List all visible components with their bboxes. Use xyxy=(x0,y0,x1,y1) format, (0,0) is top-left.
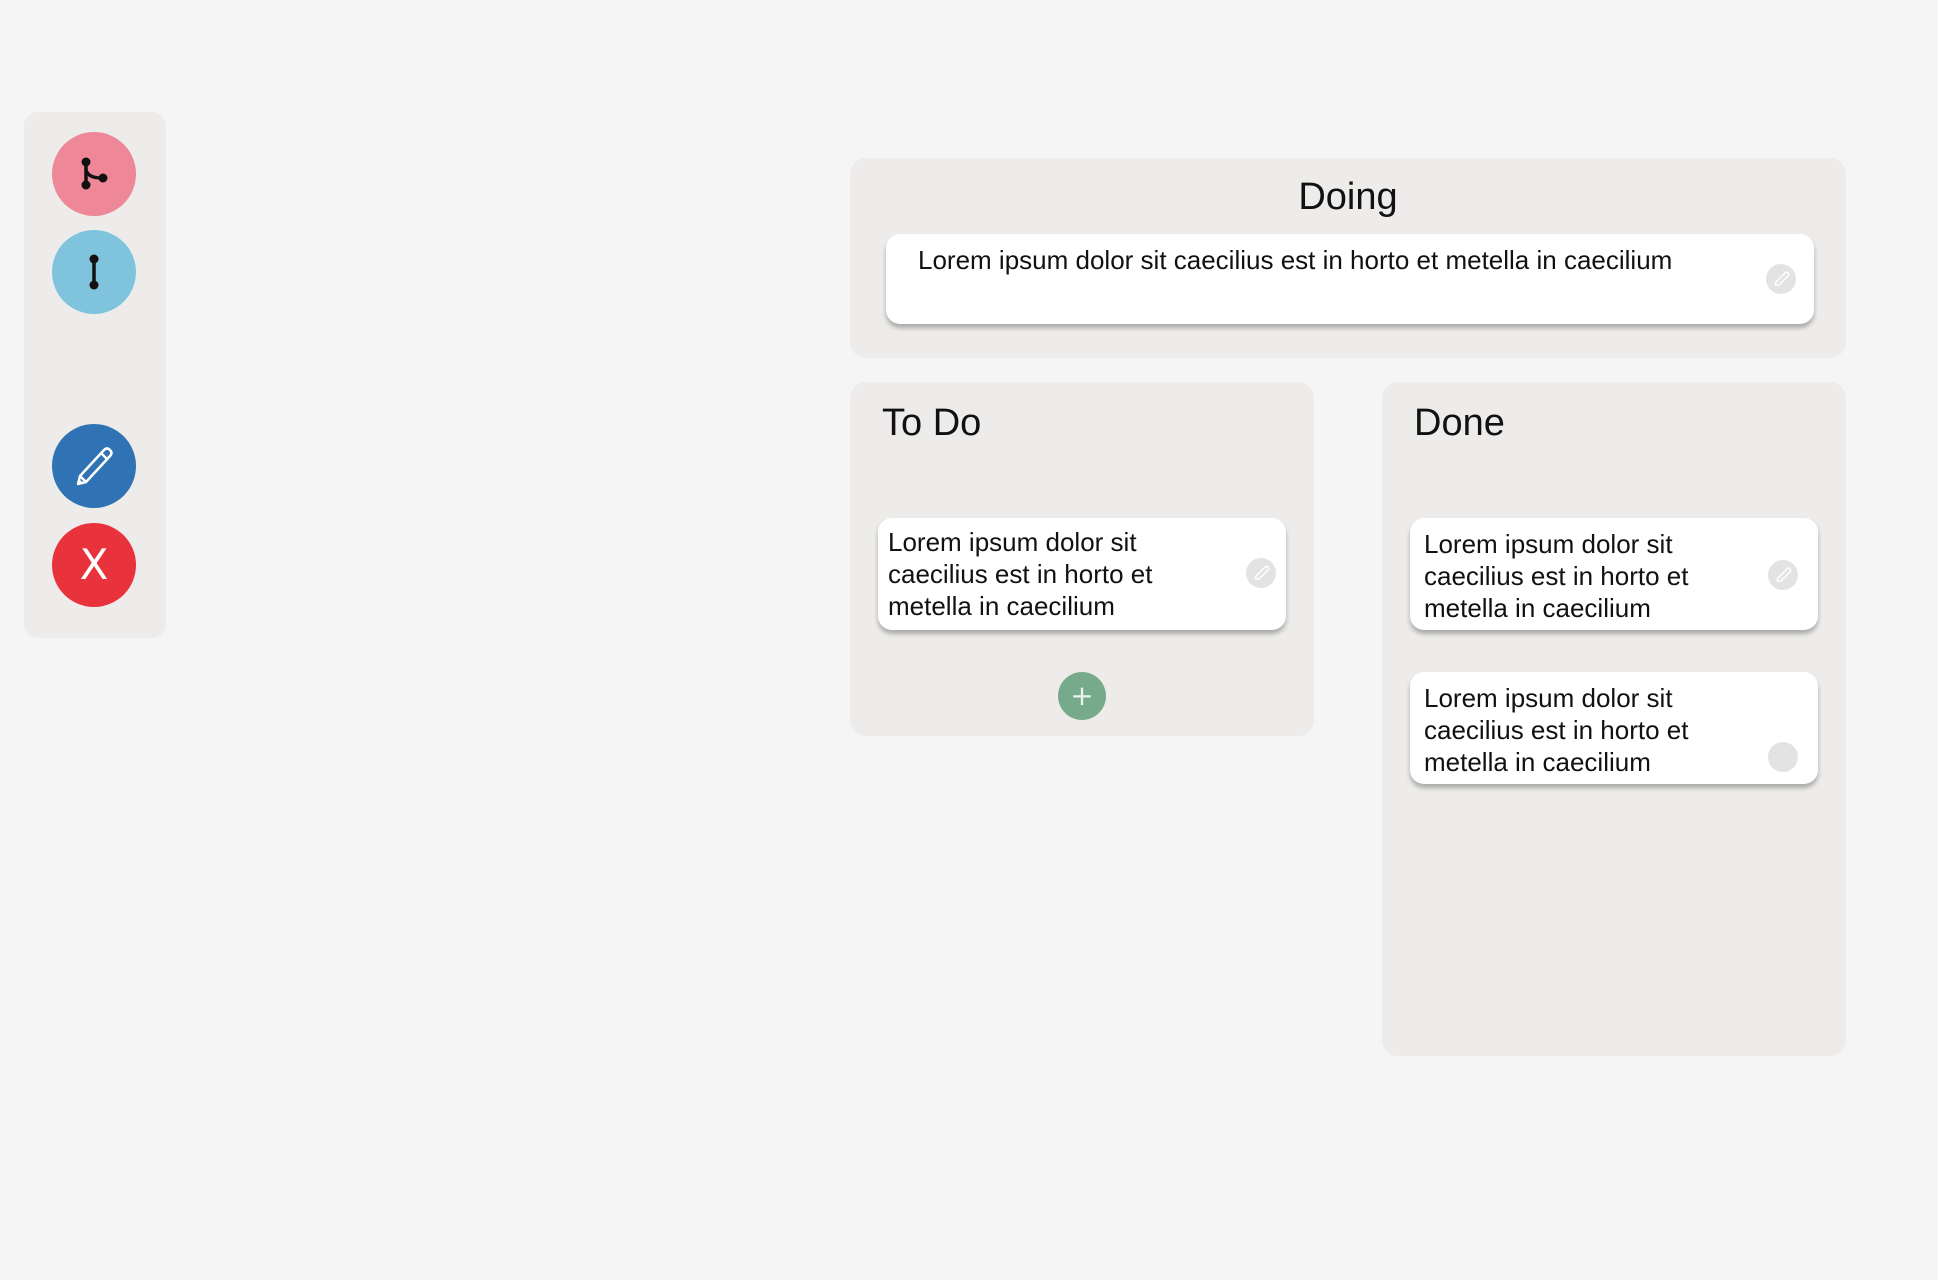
done-column-title: Done xyxy=(1414,402,1505,444)
pencil-icon xyxy=(1774,271,1790,286)
card-toggle-circle[interactable] xyxy=(1768,742,1798,772)
pencil-icon xyxy=(1776,567,1792,582)
close-button[interactable]: X xyxy=(52,523,136,607)
edit-button[interactable] xyxy=(52,424,136,508)
link-icon xyxy=(89,254,99,290)
branch-icon xyxy=(81,157,108,190)
pencil-icon xyxy=(1254,565,1270,580)
task-card[interactable]: Lorem ipsum dolor sit caecilius est in h… xyxy=(886,234,1814,324)
task-card-text: Lorem ipsum dolor sit caecilius est in h… xyxy=(888,527,1153,621)
todo-column: To Do Lorem ipsum dolor sit caecilius es… xyxy=(850,382,1314,736)
task-card-text: Lorem ipsum dolor sit caecilius est in h… xyxy=(918,245,1673,275)
done-column: Done Lorem ipsum dolor sit caecilius est… xyxy=(1382,382,1846,1056)
task-card-text: Lorem ipsum dolor sit caecilius est in h… xyxy=(1424,529,1689,623)
doing-column-title: Doing xyxy=(1298,176,1398,218)
card-edit-toggle[interactable] xyxy=(1768,560,1798,590)
task-card[interactable]: Lorem ipsum dolor sit caecilius est in h… xyxy=(878,518,1286,630)
add-card-button[interactable]: + xyxy=(1058,672,1106,720)
card-edit-toggle[interactable] xyxy=(1766,264,1796,294)
plus-icon: + xyxy=(1070,679,1094,712)
task-card[interactable]: Lorem ipsum dolor sit caecilius est in h… xyxy=(1410,672,1818,784)
task-card-text: Lorem ipsum dolor sit caecilius est in h… xyxy=(1424,683,1689,777)
close-icon: X xyxy=(79,540,109,589)
link-button[interactable] xyxy=(52,230,136,314)
pencil-icon xyxy=(76,447,113,486)
task-card[interactable]: Lorem ipsum dolor sit caecilius est in h… xyxy=(1410,518,1818,630)
tool-palette: X xyxy=(24,112,166,638)
todo-column-title: To Do xyxy=(882,402,982,444)
branch-button[interactable] xyxy=(52,132,136,216)
doing-column: Doing Lorem ipsum dolor sit caecilius es… xyxy=(850,158,1846,358)
card-edit-toggle[interactable] xyxy=(1246,558,1276,588)
